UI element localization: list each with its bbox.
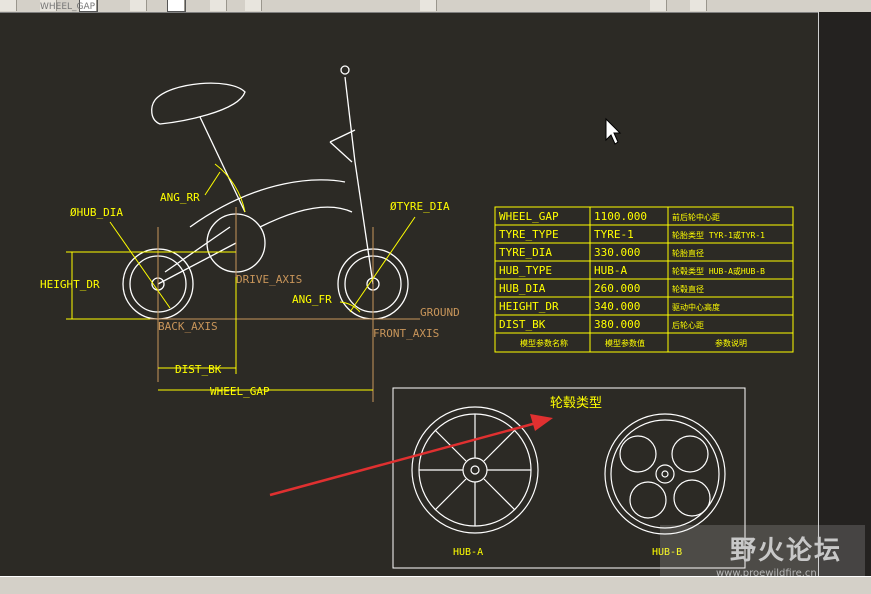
table-row-desc: 前后轮中心距 [672, 212, 720, 222]
frame-top-curve [189, 179, 346, 228]
undo-icon[interactable] [210, 0, 227, 11]
hub-a-core [470, 465, 480, 475]
table-row-desc: 轮毂类型 HUB-A或HUB-B [672, 266, 765, 276]
drawing-canvas[interactable]: ØHUB_DIA ANG_RR ØTYRE_DIA HEIGHT_DR ANG_… [0, 12, 818, 576]
ground-label: GROUND [420, 306, 460, 319]
wheel-gap-label: WHEEL_GAP [210, 385, 270, 398]
table-row-value: HUB-A [594, 264, 627, 277]
hub-a-center [462, 457, 488, 483]
toolbar-label: WHEEL_GAP [40, 2, 96, 12]
right-panel-strip[interactable] [818, 12, 871, 576]
hub-b-core [661, 470, 669, 478]
hub-a-label: HUB-A [453, 547, 483, 558]
table-row-name: WHEEL_GAP [499, 210, 559, 223]
hub-b-hole [671, 435, 709, 473]
table-row-name: HEIGHT_DR [499, 300, 559, 313]
table-row-name: TYRE_DIA [499, 246, 552, 259]
table-row-name: HUB_TYPE [499, 264, 552, 277]
hub-dia-label: ØHUB_DIA [70, 206, 123, 219]
back-axis-label: BACK_AXIS [158, 320, 218, 333]
hub-b-center [655, 464, 675, 484]
table-row-value: 380.000 [594, 318, 640, 331]
cut-icon[interactable] [130, 0, 147, 11]
saddle [151, 82, 246, 125]
table-row-value: TYRE-1 [594, 228, 634, 241]
table-row-value: 1100.000 [594, 210, 647, 223]
redo-icon[interactable] [245, 0, 262, 11]
hub-b-hole [619, 435, 657, 473]
hub-b-hole [673, 479, 711, 517]
table-footer-desc: 参数说明 [715, 338, 747, 348]
table-row-desc: 驱动中心高度 [672, 302, 720, 312]
watermark-title: 野火论坛 [730, 536, 843, 566]
table-row-desc: 后轮心距 [672, 320, 704, 330]
table-row-value: 330.000 [594, 246, 640, 259]
frame-chain-stay [164, 226, 231, 273]
handle-knob [340, 65, 350, 75]
mouse-cursor-icon [605, 117, 622, 145]
tyre-dia-label: ØTYRE_DIA [390, 200, 450, 213]
height-dr-label: HEIGHT_DR [40, 278, 100, 291]
table-row-name: TYRE_TYPE [499, 228, 559, 241]
table-row-desc: 轮毂直径 [672, 284, 704, 294]
ang-rr-label: ANG_RR [160, 191, 200, 204]
front-axis-label: FRONT_AXIS [373, 327, 439, 340]
parameter-table: WHEEL_GAP 1100.000 前后轮中心距 TYRE_TYPE TYRE… [494, 206, 794, 353]
new-icon[interactable] [0, 0, 17, 11]
ang-rr-leader [204, 171, 221, 196]
table-row-name: DIST_BK [499, 318, 546, 331]
table-footer-name: 模型参数名称 [520, 338, 568, 348]
table-footer-value: 模型参数值 [605, 338, 645, 348]
frame-down-curve [259, 206, 353, 228]
table-row-desc: 轮胎直径 [672, 248, 704, 258]
print-icon[interactable] [650, 0, 667, 11]
table-row-name: HUB_DIA [499, 282, 546, 295]
copy-icon[interactable] [167, 0, 186, 12]
hub-b-outer [604, 413, 726, 535]
hub-b-hole [629, 481, 667, 519]
hub-dia-leader [109, 221, 171, 309]
drive-axis-label: DRIVE_AXIS [236, 273, 302, 286]
table-row-value: 260.000 [594, 282, 640, 295]
refresh-icon[interactable] [420, 0, 437, 11]
status-bar [0, 576, 871, 594]
zoom-icon[interactable] [690, 0, 707, 11]
fork [344, 76, 374, 285]
table-row-desc: 轮胎类型 TYR-1或TYR-1 [672, 230, 765, 240]
ang-fr-label: ANG_FR [292, 293, 332, 306]
ang-rr-arc [214, 163, 246, 213]
seat-post [199, 116, 246, 213]
dist-bk-label: DIST_BK [175, 363, 222, 376]
hub-panel-title: 轮毂类型 [550, 396, 602, 411]
table-row-value: 340.000 [594, 300, 640, 313]
